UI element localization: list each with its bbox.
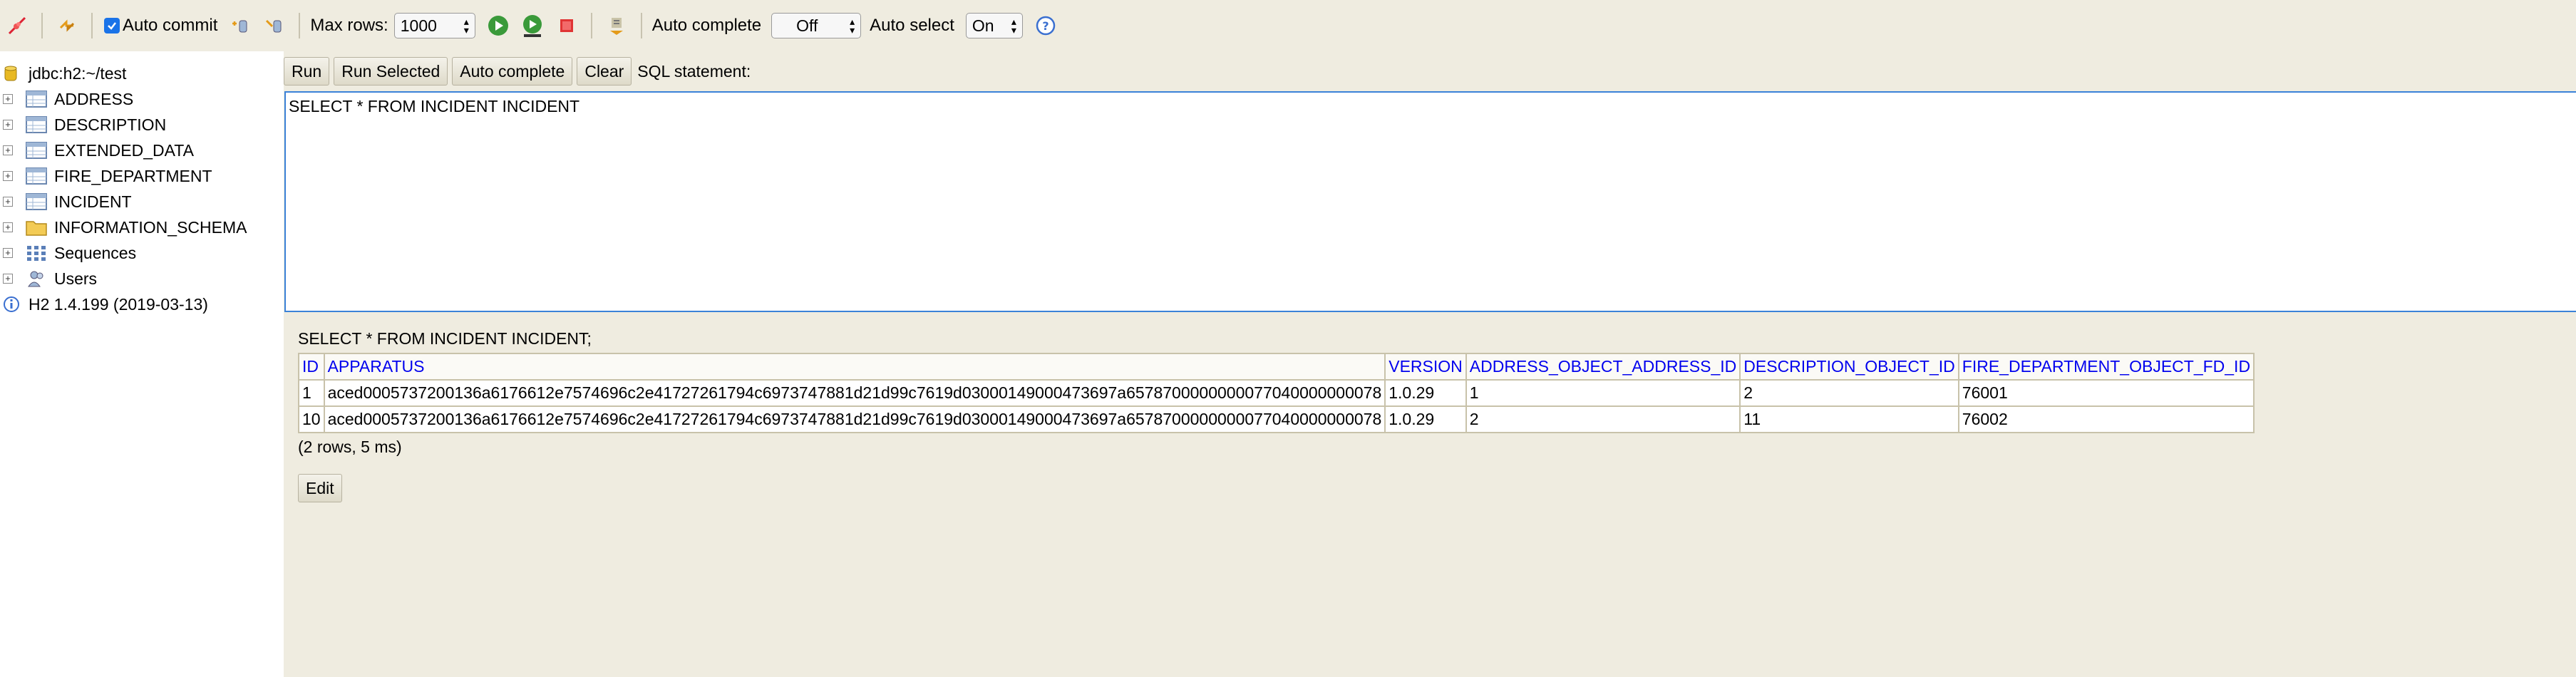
toolbar-separator [590,13,592,38]
expand-icon[interactable]: + [3,222,13,232]
max-rows-label: Max rows: [310,16,388,35]
column-header[interactable]: VERSION [1384,353,1467,381]
result-sql: SELECT * FROM INCIDENT INCIDENT; [298,329,592,348]
auto-complete-value: Off [796,16,818,35]
table-row: 1 aced0005737200136a6176612e7574696c2e41… [298,379,2255,407]
folder-icon [26,218,47,237]
database-icon [4,66,17,87]
stop-icon[interactable] [554,13,579,38]
tree-item-label: ADDRESS [54,89,134,108]
table-cell: 1 [1465,379,1741,407]
expand-icon[interactable]: + [3,94,13,104]
toolbar-separator [299,13,301,38]
expand-icon[interactable]: + [3,197,13,207]
history-icon[interactable] [604,13,629,38]
table-cell: 76001 [1957,379,2255,407]
run-selected-button[interactable]: Run Selected [334,57,448,86]
users-icon [26,269,47,288]
table-cell: 11 [1739,405,1959,433]
auto-complete-label: Auto complete [651,16,762,35]
toolbar: Auto commit Max rows: 1000 ▴ ▾ Auto compl… [0,0,2576,51]
tree-item-label: DESCRIPTION [54,115,167,134]
tree-item-label: FIRE_DEPARTMENT [54,166,212,185]
tree-item-label: INCIDENT [54,192,132,211]
auto-complete-select[interactable]: Off ▴ ▾ [771,13,862,38]
disconnect-icon[interactable] [4,13,30,38]
query-panel: Run Run Selected Auto complete Clear SQL… [284,51,2576,677]
select-arrows-icon: ▴ ▾ [850,16,855,36]
auto-commit-checkbox[interactable] [104,18,120,33]
help-icon[interactable]: ? [1033,13,1058,38]
result-area: SELECT * FROM INCIDENT INCIDENT; ID APPA… [298,329,2255,502]
version-label: H2 1.4.199 (2019-03-13) [29,294,208,314]
table-row: 10 aced0005737200136a6176612e7574696c2e4… [298,405,2255,433]
table-icon [26,141,47,160]
editor-button-row: Run Run Selected Auto complete Clear SQL… [284,57,751,86]
auto-commit-label: Auto commit [123,16,218,35]
tree-item-label: INFORMATION_SCHEMA [54,217,247,237]
refresh-icon[interactable] [54,13,80,38]
commit-icon[interactable] [227,13,253,38]
tree-item-label: EXTENDED_DATA [54,140,194,160]
tree-item-label: Sequences [54,243,137,262]
table-cell: aced0005737200136a6176612e7574696c2e4172… [323,379,1386,407]
max-rows-select[interactable]: 1000 ▴ ▾ [393,13,475,38]
sequences-icon [26,244,47,262]
max-rows-value: 1000 [400,16,437,35]
run-icon[interactable] [485,13,511,38]
auto-select-label: Auto select [870,16,954,35]
table-cell: 76002 [1957,405,2255,433]
table-cell: 1.0.29 [1384,405,1467,433]
column-header[interactable]: ID [298,353,325,381]
select-arrows-icon: ▴ ▾ [1011,16,1016,36]
expand-icon[interactable]: + [3,145,13,155]
sql-statement-label: SQL statement: [637,61,751,81]
table-icon [26,90,47,108]
auto-select-value: On [972,16,994,35]
table-icon [26,192,47,211]
auto-select-select[interactable]: On ▴ ▾ [965,13,1023,38]
clear-button[interactable]: Clear [577,57,632,86]
table-header-row: ID APPARATUS VERSION ADDRESS_OBJECT_ADDR… [298,353,2255,381]
connection-label: jdbc:h2:~/test [29,63,127,83]
run-selected-icon[interactable] [520,13,545,38]
table-icon [26,167,47,185]
sql-editor[interactable]: SELECT * FROM INCIDENT INCIDENT [284,91,2576,312]
column-header[interactable]: APPARATUS [323,353,1386,381]
edit-button[interactable]: Edit [298,474,342,502]
toolbar-separator [41,13,43,38]
rollback-icon[interactable] [262,13,287,38]
toolbar-separator [91,13,93,38]
run-button[interactable]: Run [284,57,330,86]
table-cell: 2 [1465,405,1741,433]
expand-icon[interactable]: + [3,248,13,258]
expand-icon[interactable]: + [3,120,13,130]
column-header[interactable]: DESCRIPTION_OBJECT_ID [1739,353,1959,381]
table-cell: 1 [298,379,325,407]
info-icon [3,296,20,317]
table-cell: 2 [1739,379,1959,407]
expand-icon[interactable]: + [3,274,13,284]
tree-item-label: Users [54,269,98,288]
svg-text:?: ? [1042,19,1049,33]
column-header[interactable]: ADDRESS_OBJECT_ADDRESS_ID [1465,353,1741,381]
schema-tree: jdbc:h2:~/test + ADDRESS + DESCRIPTION +… [0,51,284,677]
table-cell: 1.0.29 [1384,379,1467,407]
result-table: ID APPARATUS VERSION ADDRESS_OBJECT_ADDR… [298,353,2255,433]
table-cell: aced0005737200136a6176612e7574696c2e4172… [323,405,1386,433]
auto-complete-button[interactable]: Auto complete [452,57,573,86]
result-status: (2 rows, 5 ms) [298,438,402,456]
column-header[interactable]: FIRE_DEPARTMENT_OBJECT_FD_ID [1957,353,2255,381]
select-arrows-icon: ▴ ▾ [463,16,469,36]
toolbar-separator [640,13,642,38]
expand-icon[interactable]: + [3,171,13,181]
table-icon [26,115,47,134]
table-cell: 10 [298,405,325,433]
